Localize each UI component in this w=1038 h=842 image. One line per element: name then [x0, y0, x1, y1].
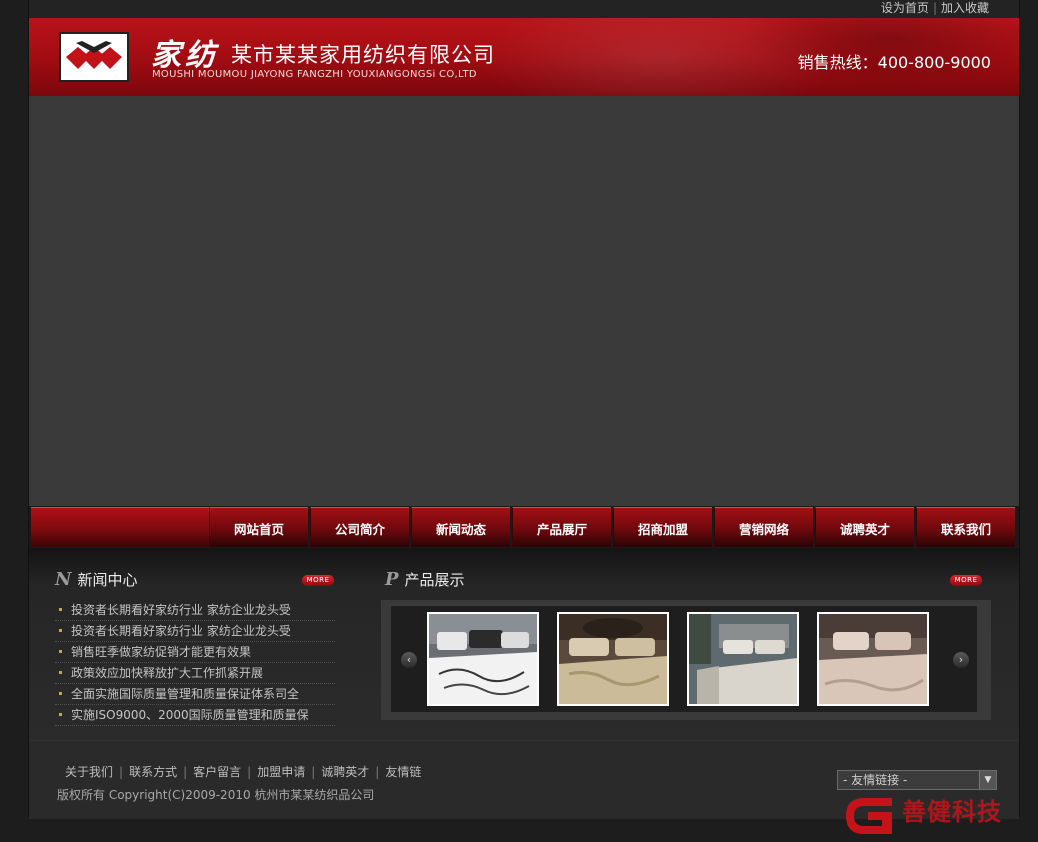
content-area: N 新闻中心 MORE 投资者长期看好家纺行业 家纺企业龙头受 投资者长期看好家纺… [29, 548, 1019, 740]
nav-decoration [31, 507, 209, 547]
top-links-separator: | [932, 1, 937, 15]
company-name-english: MOUSHI MOUMOU JIAYONG FANGZHI YOUXIANGON… [152, 69, 477, 80]
footer-link-contact[interactable]: 联系方式 [129, 765, 177, 779]
carousel-prev-icon[interactable]: ‹ [401, 652, 417, 668]
copyright-text: 版权所有 Copyright(C)2009-2010 杭州市某某纺织品公司 [57, 788, 375, 802]
news-item-text: 投资者长期看好家纺行业 家纺企业龙头受 [71, 624, 291, 638]
diamond-logo-icon [64, 37, 124, 77]
products-letter-icon: P [385, 569, 399, 590]
company-logo[interactable] [59, 32, 129, 82]
news-more-button[interactable]: MORE [302, 575, 334, 586]
news-item-text: 实施ISO9000、2000国际质量管理和质量保 [71, 708, 309, 722]
news-list: 投资者长期看好家纺行业 家纺企业龙头受 投资者长期看好家纺行业 家纺企业龙头受 … [55, 600, 335, 726]
footer-link-messages[interactable]: 客户留言 [193, 765, 241, 779]
product-thumb-4[interactable] [817, 612, 929, 706]
watermark-text: 善健科技 [902, 798, 1002, 826]
nav-item-home[interactable]: 网站首页 [209, 507, 308, 547]
bedding-photo-beige-damask [559, 614, 667, 704]
news-item[interactable]: 投资者长期看好家纺行业 家纺企业龙头受 [55, 600, 335, 621]
nav-item-contact[interactable]: 联系我们 [916, 507, 1015, 547]
news-item[interactable]: 全面实施国际质量管理和质量保证体系司全 [55, 684, 335, 705]
news-item[interactable]: 政策效应加快释放扩大工作抓紧开展 [55, 663, 335, 684]
product-thumb-3[interactable] [687, 612, 799, 706]
bullet-icon [59, 629, 62, 632]
bedding-photo-silver [689, 614, 797, 704]
footer-link-about[interactable]: 关于我们 [65, 765, 113, 779]
set-home-link[interactable]: 设为首页 [881, 1, 929, 15]
bedding-photo-grey-white [429, 614, 537, 704]
footer-link-careers[interactable]: 诚聘英才 [321, 765, 369, 779]
bullet-icon [59, 692, 62, 695]
news-item[interactable]: 实施ISO9000、2000国际质量管理和质量保 [55, 705, 335, 726]
products-more-button[interactable]: MORE [950, 575, 982, 586]
sales-hotline: 销售热线：400-800-9000 [797, 53, 991, 72]
news-section-title: N 新闻中心 [55, 570, 137, 590]
product-thumb-1[interactable] [427, 612, 539, 706]
news-letter-icon: N [55, 569, 72, 590]
news-item-text: 政策效应加快释放扩大工作抓紧开展 [71, 666, 264, 680]
footer-link-separator: | [375, 765, 380, 779]
news-item-text: 销售旺季做家纺促销才能更有效果 [71, 645, 252, 659]
watermark: 善健科技 [840, 788, 1038, 842]
nav-item-about[interactable]: 公司简介 [310, 507, 409, 547]
bedding-photo-pink-beige [819, 614, 927, 704]
bullet-icon [59, 713, 62, 716]
top-links: 设为首页 | 加入收藏 [881, 0, 989, 18]
bullet-icon [59, 608, 62, 611]
bullet-icon [59, 650, 62, 653]
bookmark-link[interactable]: 加入收藏 [941, 1, 989, 15]
products-section-title: P 产品展示 [385, 570, 465, 590]
nav-item-news[interactable]: 新闻动态 [411, 507, 510, 547]
news-item-text: 全面实施国际质量管理和质量保证体系司全 [71, 687, 300, 701]
product-carousel-inner: ‹ › [391, 606, 977, 712]
carousel-next-icon[interactable]: › [953, 652, 969, 668]
footer-link-friends[interactable]: 友情链 [385, 765, 421, 779]
main-nav: 网站首页 公司简介 新闻动态 产品展厅 招商加盟 营销网络 诚聘英才 联系我们 [29, 506, 1019, 548]
footer-link-franchise-apply[interactable]: 加盟申请 [257, 765, 305, 779]
friend-links-select[interactable]: - 友情链接 - ▼ [837, 770, 997, 790]
footer-link-separator: | [247, 765, 252, 779]
banner-area [29, 96, 1019, 506]
nav-item-franchise[interactable]: 招商加盟 [613, 507, 712, 547]
chevron-down-icon: ▼ [979, 771, 996, 789]
news-item[interactable]: 投资者长期看好家纺行业 家纺企业龙头受 [55, 621, 335, 642]
watermark-logo-icon [846, 798, 892, 834]
footer-links: 关于我们 | 联系方式 | 客户留言 | 加盟申请 | 诚聘英才 | 友情链 [65, 763, 421, 780]
site-header: 家纺 某市某某家用纺织有限公司 MOUSHI MOUMOU JIAYONG FA… [29, 18, 1019, 96]
news-title-text: 新闻中心 [77, 571, 138, 589]
friend-links-select-value: - 友情链接 - [843, 773, 908, 787]
bullet-icon [59, 671, 62, 674]
footer-link-separator: | [183, 765, 188, 779]
page-wrapper: 设为首页 | 加入收藏 家纺 某市某某家用纺织有限公司 MOUSHI MOUMOU … [28, 0, 1020, 819]
nav-item-careers[interactable]: 诚聘英才 [815, 507, 914, 547]
footer-link-separator: | [311, 765, 316, 779]
company-name: 某市某某家用纺织有限公司 [231, 43, 495, 67]
news-item-text: 投资者长期看好家纺行业 家纺企业龙头受 [71, 603, 291, 617]
nav-item-network[interactable]: 营销网络 [714, 507, 813, 547]
product-thumb-2[interactable] [557, 612, 669, 706]
products-title-text: 产品展示 [404, 571, 465, 589]
product-carousel: ‹ › [381, 600, 991, 720]
footer-link-separator: | [119, 765, 124, 779]
nav-item-products[interactable]: 产品展厅 [512, 507, 611, 547]
brand-chinese: 家纺 [151, 38, 219, 73]
news-item[interactable]: 销售旺季做家纺促销才能更有效果 [55, 642, 335, 663]
